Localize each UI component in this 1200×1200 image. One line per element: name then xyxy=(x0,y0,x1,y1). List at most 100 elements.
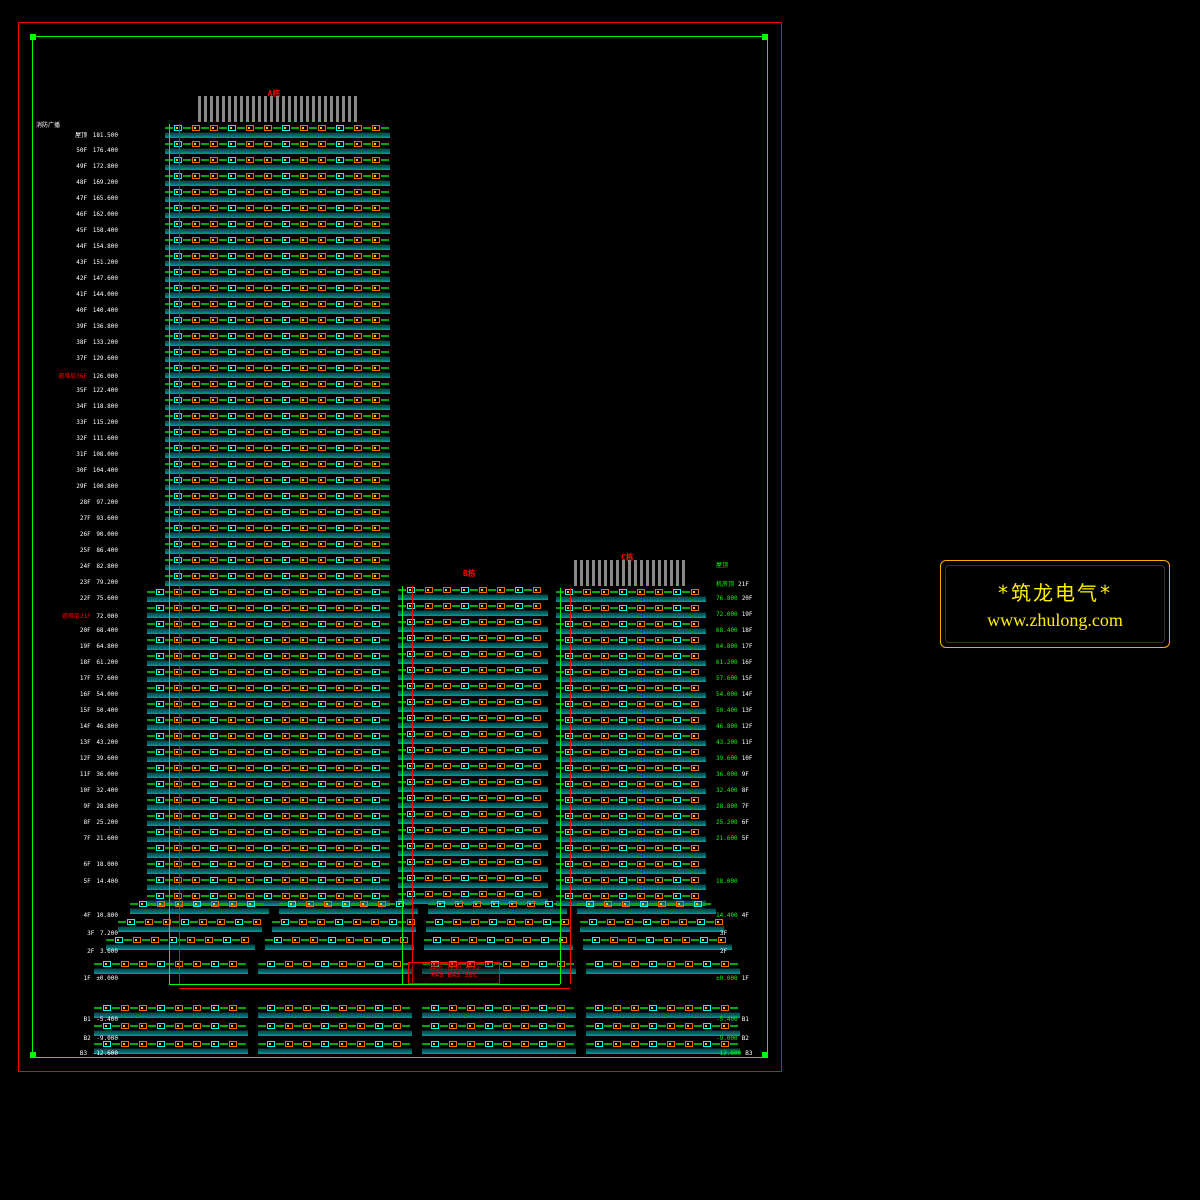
floor-label-right: 39.60010F xyxy=(716,755,753,762)
tower-a-floor xyxy=(147,620,390,634)
floor-label-right: 50.40013F xyxy=(716,707,753,714)
floor-label-right: 3F xyxy=(716,930,727,937)
floor-label-left: 47F 165.600 xyxy=(48,195,118,202)
podium-floor xyxy=(422,1022,576,1036)
tower-a-floor xyxy=(147,684,390,698)
tower-b-floor xyxy=(398,874,548,888)
tower-b-floor xyxy=(398,714,548,728)
tower-a-floor xyxy=(165,508,390,522)
tower-c-floor xyxy=(556,668,706,682)
tower-a-floor xyxy=(165,252,390,266)
floor-label-right: ±0.0001F xyxy=(716,975,749,982)
tower-b-floor xyxy=(398,666,548,680)
tower-a-floor xyxy=(165,236,390,250)
tower-c-floor xyxy=(556,620,706,634)
tower-a-floor xyxy=(147,796,390,810)
tower-a-floor xyxy=(147,732,390,746)
podium-floor xyxy=(428,900,567,914)
floor-label-left: 5F 14.400 xyxy=(48,878,118,885)
floor-label-left: 45F 158.400 xyxy=(48,227,118,234)
tower-b-floor xyxy=(398,650,548,664)
fire-control-center: 消防 控制 中心 FAS BAS SEC xyxy=(408,962,500,984)
tower-b-floor xyxy=(398,586,548,600)
bus-green xyxy=(169,984,408,985)
podium-floor xyxy=(424,936,573,950)
floor-label-left: 28F 97.200 xyxy=(48,499,118,506)
tower-c-floor xyxy=(556,860,706,874)
floor-label-left: 27F 93.600 xyxy=(48,515,118,522)
floor-label-left: 7F 21.600 xyxy=(48,835,118,842)
tower-a-floor xyxy=(147,828,390,842)
tower-a-floor xyxy=(147,860,390,874)
floor-label-right: 68.40018F xyxy=(716,627,753,634)
floor-label-left xyxy=(48,1000,118,1007)
tower-a-floor xyxy=(165,332,390,346)
tower-c-floor xyxy=(556,812,706,826)
tower-a-floor xyxy=(147,588,390,602)
floor-label-right: 25.2006F xyxy=(716,819,749,826)
tower-b-floor xyxy=(398,762,548,776)
floor-label-right: 64.80017F xyxy=(716,643,753,650)
floor-label-left: 12F 39.600 xyxy=(48,755,118,762)
tower-b-label: B栋 xyxy=(463,568,476,579)
podium-floor xyxy=(580,918,724,932)
tower-a-floor xyxy=(147,716,390,730)
tower-a-floor xyxy=(147,780,390,794)
floor-label-left: 1F ±0.000 xyxy=(48,975,118,982)
tower-c-floor xyxy=(556,716,706,730)
floor-label-right: 21.6005F xyxy=(716,835,749,842)
floor-label-left: 25F 86.400 xyxy=(48,547,118,554)
tower-a-floor xyxy=(165,380,390,394)
floor-label-left: 34F 118.800 xyxy=(48,403,118,410)
floor-label-left: 42F 147.600 xyxy=(48,275,118,282)
podium-floor xyxy=(279,900,418,914)
podium-floor xyxy=(265,936,414,950)
podium-floor xyxy=(586,960,740,974)
podium-floor xyxy=(258,1004,412,1018)
floor-label-right: -12.600B3 xyxy=(716,1050,753,1057)
frame-corner xyxy=(30,1052,36,1058)
tower-a-floor xyxy=(147,604,390,618)
floor-label-left: 16F 54.000 xyxy=(48,691,118,698)
podium-floor xyxy=(94,1022,248,1036)
tower-b-floor xyxy=(398,746,548,760)
system-title: 消防广播 xyxy=(36,120,60,129)
floor-label-right: 43.20011F xyxy=(716,739,753,746)
floor-label-right: 18.000 xyxy=(716,878,742,885)
cad-canvas: A栋 B栋 C栋 消防广播 屋顶 181.50050F 176.40049F 1… xyxy=(0,0,1200,1200)
podium-floor xyxy=(422,1004,576,1018)
tower-a-floor xyxy=(147,636,390,650)
tower-c-floor xyxy=(556,652,706,666)
tower-a-floor xyxy=(147,652,390,666)
podium-floor xyxy=(577,900,716,914)
tower-c-floor xyxy=(556,684,706,698)
floor-label-left: B2 -9.000 xyxy=(48,1035,118,1042)
floor-label-right: 屋顶 xyxy=(716,560,732,569)
floor-label-left: 31F 108.000 xyxy=(48,451,118,458)
floor-label-left: 46F 162.000 xyxy=(48,211,118,218)
floor-label-left: 41F 144.000 xyxy=(48,291,118,298)
tower-c-roof xyxy=(574,560,690,586)
floor-label-left: 9F 28.800 xyxy=(48,803,118,810)
riser-a1 xyxy=(169,124,170,984)
podium-floor xyxy=(94,960,248,974)
floor-label-left: 22F 75.600 xyxy=(48,595,118,602)
riser-c1 xyxy=(560,588,561,984)
floor-label-left: 26F 90.000 xyxy=(48,531,118,538)
podium-floor xyxy=(272,918,416,932)
floor-label-left: B3 -12.600 xyxy=(48,1050,118,1057)
podium-floor xyxy=(422,1040,576,1054)
tower-a-floor xyxy=(165,220,390,234)
floor-label-right: 机房顶21F xyxy=(716,579,749,588)
tower-a-floor xyxy=(165,348,390,362)
floor-label-left: 29F 100.800 xyxy=(48,483,118,490)
tower-a-floor xyxy=(165,300,390,314)
tower-c-floor xyxy=(556,604,706,618)
tower-c-floor xyxy=(556,748,706,762)
tower-c-floor xyxy=(556,732,706,746)
tower-a-floor xyxy=(147,764,390,778)
floor-label-right: -9.000B2 xyxy=(716,1035,749,1042)
floor-label-right: 28.8007F xyxy=(716,803,749,810)
tower-a-floor xyxy=(147,668,390,682)
tower-c-floor xyxy=(556,876,706,890)
